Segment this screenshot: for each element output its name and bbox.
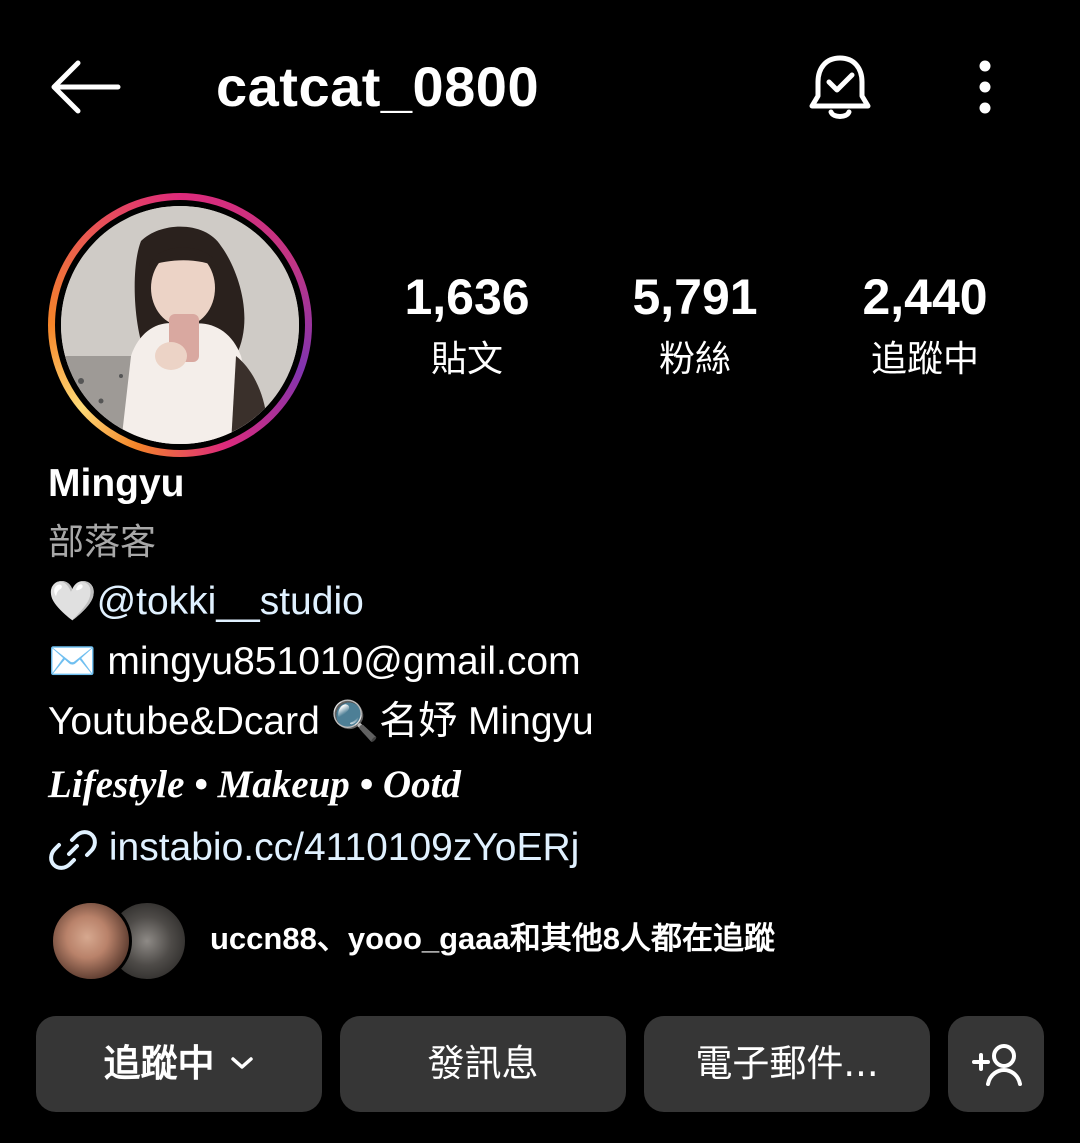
- profile-username: catcat_0800: [216, 55, 540, 118]
- bio-email: mingyu851010@gmail.com: [96, 640, 581, 683]
- magnifier-icon: 🔍: [330, 700, 380, 743]
- following-button[interactable]: 追蹤中: [36, 1016, 322, 1112]
- bio-section: Mingyu 部落客 🤍@tokki__studio ✉️ mingyu8510…: [48, 456, 1048, 876]
- avatar[interactable]: [61, 206, 299, 444]
- display-name: Mingyu: [48, 462, 185, 505]
- youtube-line-end: 名妤 Mingyu: [379, 700, 594, 743]
- message-button-label: 發訊息: [427, 1042, 539, 1085]
- bell-check-icon: [809, 55, 871, 119]
- add-user-icon: [972, 1044, 1022, 1086]
- following-label: 追蹤中: [870, 339, 979, 380]
- posts-label: 貼文: [430, 339, 503, 380]
- following-button-label: 追蹤中: [103, 1042, 215, 1085]
- following-count: 2,440: [862, 269, 988, 325]
- email-button-label: 電子郵件...: [695, 1042, 879, 1085]
- avatar-photo: [61, 206, 299, 444]
- arrow-left-icon: [51, 60, 121, 114]
- message-button[interactable]: 發訊息: [340, 1016, 626, 1112]
- notifications-button[interactable]: [800, 48, 880, 128]
- suggested-users-button[interactable]: [948, 1016, 1044, 1112]
- posts-stat[interactable]: 1,636 貼文: [362, 262, 572, 386]
- followers-label: 粉絲: [658, 339, 731, 380]
- bio-link[interactable]: instabio.cc/4110109zYoERj: [48, 818, 1048, 876]
- followers-count: 5,791: [632, 269, 758, 325]
- back-button[interactable]: [40, 52, 128, 122]
- bio-email-line: ✉️ mingyu851010@gmail.com: [48, 632, 1048, 692]
- link-icon: [49, 829, 97, 870]
- mutual-avatar: [50, 900, 132, 982]
- profile-page: catcat_0800 1,636 貼文 5,791 粉絲 2,440 追蹤中 …: [0, 0, 1080, 1143]
- category-label: 部落客: [48, 521, 157, 562]
- chevron-down-icon: [230, 1056, 253, 1069]
- mutual-followers-text[interactable]: uccn88、yooo_gaaa和其他8人都在追蹤: [210, 898, 775, 980]
- email-button[interactable]: 電子郵件...: [644, 1016, 930, 1112]
- bio-mention-line: 🤍@tokki__studio: [48, 572, 1048, 632]
- mention-link[interactable]: @tokki__studio: [97, 580, 364, 623]
- envelope-icon: ✉️: [48, 640, 97, 683]
- posts-count: 1,636: [404, 269, 530, 325]
- more-options-button[interactable]: [960, 52, 1010, 122]
- followers-stat[interactable]: 5,791 粉絲: [590, 262, 800, 386]
- more-vertical-icon: [979, 60, 991, 114]
- link-text[interactable]: instabio.cc/4110109zYoERj: [109, 826, 580, 869]
- youtube-line-start: Youtube&Dcard: [48, 700, 331, 743]
- mutual-followers[interactable]: uccn88、yooo_gaaa和其他8人都在追蹤: [50, 898, 1050, 982]
- story-ring[interactable]: [48, 193, 312, 457]
- bio-tagline: Lifestyle • Makeup • Ootd: [48, 763, 461, 806]
- bio-youtube-line: Youtube&Dcard 🔍名妤 Mingyu: [48, 692, 1048, 752]
- following-stat[interactable]: 2,440 追蹤中: [820, 262, 1030, 386]
- heart-icon: 🤍: [48, 580, 97, 623]
